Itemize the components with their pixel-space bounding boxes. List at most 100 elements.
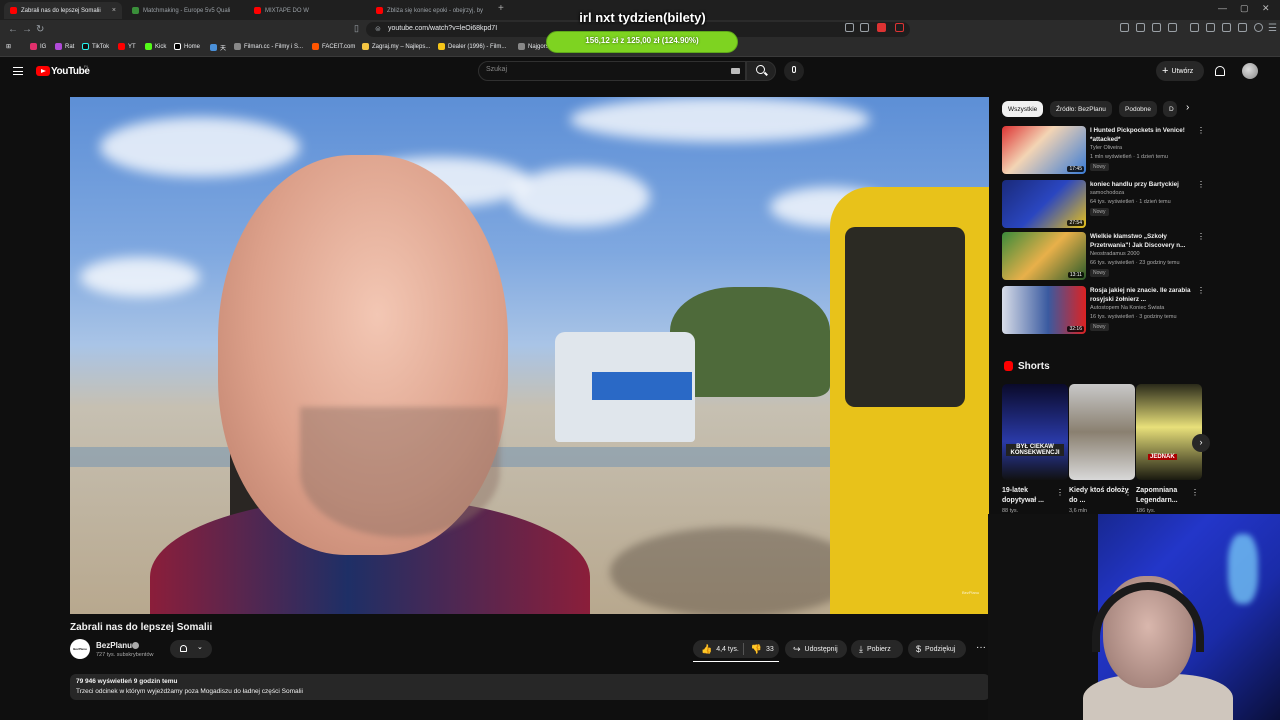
recommendation-item[interactable]: 27:54 koniec handlu przy Bartyckiej samo… bbox=[1002, 180, 1205, 230]
bookmark-home[interactable]: Home bbox=[174, 43, 200, 50]
recommendation-item[interactable]: 32:16 Rosja jakiej nie znacie. Ile zarab… bbox=[1002, 286, 1205, 336]
vpn-icon[interactable] bbox=[1238, 23, 1247, 32]
chip-from-channel[interactable]: Źródło: BezPlanu bbox=[1050, 101, 1112, 117]
apps-grid-icon[interactable]: ⊞ bbox=[6, 43, 11, 50]
forward-icon[interactable]: → bbox=[22, 24, 32, 35]
bookmark-dealer[interactable]: Dealer (1996) - Film... bbox=[438, 43, 506, 50]
short-thumbnail[interactable]: JEDNAK bbox=[1136, 384, 1202, 480]
extension-icon[interactable] bbox=[1168, 23, 1177, 32]
chip-partial[interactable]: D bbox=[1163, 101, 1177, 117]
dislike-count[interactable]: 33 bbox=[766, 646, 774, 653]
back-icon[interactable]: ← bbox=[8, 24, 18, 35]
recommendation-meta: 16 tys. wyświetleń · 3 godziny temu bbox=[1090, 314, 1177, 320]
channel-name[interactable]: BezPlanu bbox=[96, 641, 132, 650]
short-thumbnail[interactable]: BYŁ CIEKAW KONSEKWENCJI bbox=[1002, 384, 1068, 480]
bookmark-faceit[interactable]: FACEIT.com bbox=[312, 43, 355, 50]
profile-icon[interactable] bbox=[1254, 23, 1263, 32]
short-title[interactable]: Zapomniana Legendarn... bbox=[1136, 486, 1198, 506]
share-button[interactable]: ↪ Udostępnij bbox=[785, 640, 847, 658]
bookmark-rat[interactable]: Rat bbox=[55, 43, 74, 50]
search-input[interactable] bbox=[478, 61, 746, 81]
thumbs-down-icon[interactable]: 👎 bbox=[751, 644, 762, 655]
wallet-icon[interactable] bbox=[1222, 23, 1231, 32]
chip-related[interactable]: Podobne bbox=[1119, 101, 1158, 117]
extension-icon[interactable] bbox=[1120, 23, 1129, 32]
create-button[interactable]: + Utwórz bbox=[1156, 61, 1204, 81]
short-title[interactable]: Kiedy ktoś dołoży do ... bbox=[1069, 486, 1131, 506]
search-icon[interactable] bbox=[756, 65, 765, 74]
video-player[interactable] bbox=[70, 97, 989, 614]
browser-tab[interactable]: Zbliża się koniec epoki - obejrzyj, by bbox=[370, 2, 494, 19]
channel-avatar[interactable]: BezPlanu bbox=[70, 639, 90, 659]
bookmark-zagraj[interactable]: Zagraj.my – Najleps... bbox=[362, 43, 430, 50]
recommendation-title[interactable]: koniec handlu przy Bartyckiej bbox=[1090, 180, 1192, 189]
media-icon[interactable] bbox=[1190, 23, 1199, 32]
recommendation-channel[interactable]: samochodoza bbox=[1090, 190, 1124, 196]
site-info-icon[interactable]: ⊜ bbox=[375, 25, 381, 33]
kebab-menu-icon[interactable]: ⋮ bbox=[1197, 232, 1205, 241]
video-thumbnail[interactable]: 32:16 bbox=[1002, 286, 1086, 334]
description-box[interactable] bbox=[70, 674, 990, 700]
browser-menu-icon[interactable]: ☰ bbox=[1268, 23, 1277, 34]
shorts-next-arrow-icon[interactable]: › bbox=[1192, 434, 1210, 452]
recommendation-channel[interactable]: Autostopem Na Koniec Świata bbox=[1090, 305, 1164, 311]
streamer-webcam bbox=[988, 514, 1280, 720]
short-thumbnail[interactable] bbox=[1069, 384, 1135, 480]
bookmark-icon bbox=[518, 43, 525, 50]
recommendation-item[interactable]: 13:11 Wielkie kłamstwo „Szkoły Przetrwan… bbox=[1002, 232, 1205, 282]
url-text[interactable]: youtube.com/watch?v=leOi68kpd7I bbox=[388, 25, 497, 32]
bookmark-star-icon[interactable]: ▯ bbox=[354, 23, 359, 34]
bookmark-kick[interactable]: Kick bbox=[145, 43, 166, 50]
video-thumbnail[interactable]: 17:45 bbox=[1002, 126, 1086, 174]
bookmark-jp[interactable]: 天 bbox=[210, 43, 226, 52]
sidebar-toggle-icon[interactable] bbox=[1206, 23, 1215, 32]
thanks-button[interactable]: $ Podziękuj bbox=[908, 640, 966, 658]
short-title[interactable]: 19-latek dopytywał ... bbox=[1002, 486, 1064, 506]
kebab-menu-icon[interactable]: ⋮ bbox=[1124, 488, 1132, 497]
bookmark-ig[interactable]: IG bbox=[30, 43, 46, 50]
brave-rewards-icon[interactable] bbox=[895, 23, 904, 32]
recommendation-title[interactable]: I Hunted Pickpockets in Venice! *attacke… bbox=[1090, 126, 1192, 144]
recommendation-item[interactable]: 17:45 I Hunted Pickpockets in Venice! *a… bbox=[1002, 126, 1205, 176]
kebab-menu-icon[interactable]: ⋮ bbox=[1191, 488, 1199, 497]
kebab-menu-icon[interactable]: ⋮ bbox=[1197, 286, 1205, 295]
browser-tab[interactable]: MIXTAPE DO W bbox=[248, 2, 366, 19]
kebab-menu-icon[interactable]: ⋮ bbox=[1197, 180, 1205, 189]
cast-icon[interactable] bbox=[845, 23, 854, 32]
recommendation-title[interactable]: Wielkie kłamstwo „Szkoły Przetrwania"! J… bbox=[1090, 232, 1192, 250]
like-count[interactable]: 4,4 tys. bbox=[716, 646, 739, 653]
recommendation-title[interactable]: Rosja jakiej nie znacie. Ile zarabia ros… bbox=[1090, 286, 1192, 304]
extension-icon[interactable] bbox=[1152, 23, 1161, 32]
thumbs-up-icon[interactable]: 👍 bbox=[701, 644, 712, 655]
share-page-icon[interactable] bbox=[860, 23, 869, 32]
browser-tab[interactable]: Matchmaking - Europe 5v5 Quali bbox=[126, 2, 244, 19]
bookmark-yt[interactable]: YT bbox=[118, 43, 136, 50]
tab-close-icon[interactable]: × bbox=[108, 7, 116, 14]
youtube-logo-icon[interactable] bbox=[36, 66, 50, 76]
brave-shield-icon[interactable] bbox=[877, 23, 886, 32]
kebab-menu-icon[interactable]: ⋮ bbox=[1197, 126, 1205, 135]
hamburger-menu-icon[interactable] bbox=[13, 67, 23, 75]
maximize-icon[interactable]: ▢ bbox=[1240, 3, 1249, 14]
microphone-icon[interactable] bbox=[792, 66, 796, 73]
kebab-menu-icon[interactable]: ⋮ bbox=[1056, 488, 1064, 497]
bookmark-tiktok[interactable]: TikTok bbox=[82, 43, 109, 50]
keyboard-icon[interactable] bbox=[731, 68, 740, 74]
extension-icon[interactable] bbox=[1136, 23, 1145, 32]
minimize-icon[interactable]: — bbox=[1218, 3, 1227, 13]
chips-next-arrow-icon[interactable]: › bbox=[1186, 102, 1189, 113]
reload-icon[interactable]: ↻ bbox=[36, 24, 44, 35]
recommendation-channel[interactable]: Tyler Oliveira bbox=[1090, 145, 1122, 151]
video-thumbnail[interactable]: 27:54 bbox=[1002, 180, 1086, 228]
video-thumbnail[interactable]: 13:11 bbox=[1002, 232, 1086, 280]
subscription-bell-button[interactable]: ⌄ bbox=[170, 640, 212, 658]
account-avatar[interactable] bbox=[1242, 63, 1258, 79]
notifications-bell-icon[interactable] bbox=[1215, 66, 1225, 76]
new-tab-button[interactable]: + bbox=[498, 3, 504, 14]
chip-all[interactable]: Wszystkie bbox=[1002, 101, 1044, 117]
recommendation-channel[interactable]: Neostradamus 2000 bbox=[1090, 251, 1140, 257]
browser-tab-active[interactable]: Zabrali nas do lepszej Somalii × bbox=[4, 2, 122, 19]
download-button[interactable]: ⤓ Pobierz bbox=[851, 640, 903, 658]
bookmark-filman[interactable]: Filman.cc - Filmy i S... bbox=[234, 43, 303, 50]
window-close-icon[interactable]: ✕ bbox=[1262, 3, 1270, 14]
